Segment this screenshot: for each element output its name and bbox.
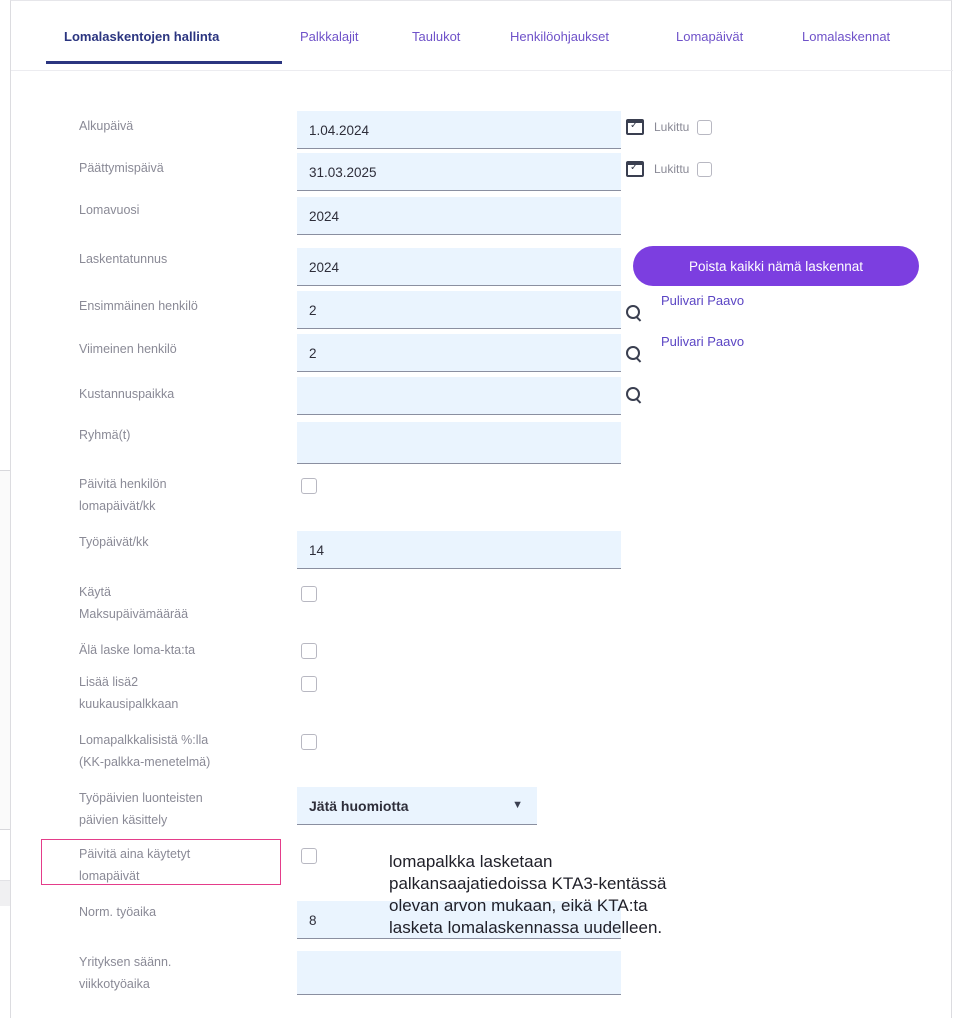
- search-icon[interactable]: [626, 346, 642, 362]
- lukittu-label: Lukittu: [654, 120, 690, 134]
- lomapalkkalisista-checkbox[interactable]: [301, 734, 317, 750]
- yrityksen-label-2: viikkotyöaika: [79, 977, 150, 991]
- calendar-icon[interactable]: [626, 161, 644, 177]
- ala-laske-checkbox[interactable]: [301, 643, 317, 659]
- chevron-down-icon: ▼: [512, 799, 523, 811]
- luonteisten-select-value: Jätä huomiotta: [309, 798, 409, 814]
- ensimmainen-henkilo-name-link[interactable]: Pulivari Paavo: [661, 293, 744, 308]
- yrityksen-label-1: Yrityksen säänn.: [79, 955, 172, 969]
- paattymispaiva-label: Päättymispäivä: [79, 161, 164, 175]
- calendar-icon[interactable]: [626, 119, 644, 135]
- ensimmainen-henkilo-label: Ensimmäinen henkilö: [79, 299, 198, 313]
- laskentatunnus-input[interactable]: 2024: [297, 248, 621, 286]
- alkupaiva-lock-checkbox[interactable]: [697, 119, 713, 135]
- luonteisten-label-2: päivien käsittely: [79, 813, 168, 827]
- ryhmat-input[interactable]: [297, 422, 621, 464]
- ala-laske-label: Älä laske loma-kta:ta: [79, 643, 196, 657]
- paattymispaiva-lock: Lukittu: [626, 161, 713, 177]
- note-line: lasketa lomalaskennassa uudelleen.: [389, 918, 663, 937]
- tab-lomalaskentojen-hallinta[interactable]: Lomalaskentojen hallinta: [64, 29, 219, 44]
- lomapalkkalisista-label-2: (KK-palkka-menetelmä): [79, 755, 211, 769]
- lisaa-lisa2-label-2: kuukausipalkkaan: [79, 697, 179, 711]
- tab-bar: Lomalaskentojen hallinta Palkkalajit Tau…: [11, 1, 953, 71]
- kayta-maksupaiva-checkbox[interactable]: [301, 586, 317, 602]
- alkupaiva-lock: Lukittu: [626, 119, 713, 135]
- lukittu-label: Lukittu: [654, 162, 690, 176]
- delete-all-calculations-button[interactable]: Poista kaikki nämä laskennat: [633, 246, 919, 286]
- note-line: olevan arvon mukaan, eikä KTA:ta: [389, 896, 648, 915]
- alkupaiva-label: Alkupäivä: [79, 119, 134, 133]
- kustannuspaikka-label: Kustannuspaikka: [79, 387, 175, 401]
- lisaa-lisa2-checkbox[interactable]: [301, 676, 317, 692]
- tyopaivat-input[interactable]: 14: [297, 531, 621, 569]
- note-line: lomapalkka lasketaan: [389, 852, 553, 871]
- paivita-kaytetyt-checkbox[interactable]: [301, 848, 317, 864]
- kayta-maksupaiva-label-1: Käytä: [79, 585, 111, 599]
- yrityksen-input[interactable]: [297, 951, 621, 995]
- paivita-lomapaivat-checkbox[interactable]: [301, 478, 317, 494]
- ryhmat-label: Ryhmä(t): [79, 428, 131, 442]
- explanation-note: lomapalkka lasketaan palkansaajatiedoiss…: [389, 851, 859, 939]
- paattymispaiva-input[interactable]: 31.03.2025: [297, 153, 621, 191]
- settings-panel: Lomalaskentojen hallinta Palkkalajit Tau…: [10, 0, 953, 1018]
- viimeinen-henkilo-name-link[interactable]: Pulivari Paavo: [661, 334, 744, 349]
- ensimmainen-henkilo-input[interactable]: 2: [297, 291, 621, 329]
- luonteisten-label-1: Työpäivien luonteisten: [79, 791, 203, 805]
- active-tab-indicator: [46, 61, 282, 64]
- paivita-lomapaivat-label-1: Päivitä henkilön: [79, 477, 167, 491]
- tab-taulukot[interactable]: Taulukot: [412, 29, 460, 44]
- search-icon[interactable]: [626, 387, 642, 403]
- tab-lomalaskennat[interactable]: Lomalaskennat: [802, 29, 890, 44]
- tyopaivat-label: Työpäivät/kk: [79, 535, 149, 549]
- paattymispaiva-lock-checkbox[interactable]: [697, 161, 713, 177]
- tab-henkiloohjaukset[interactable]: Henkilöohjaukset: [510, 29, 609, 44]
- lomavuosi-label: Lomavuosi: [79, 203, 140, 217]
- lomapalkkalisista-label-1: Lomapalkkalisistä %:lla: [79, 733, 209, 747]
- viimeinen-henkilo-label: Viimeinen henkilö: [79, 342, 177, 356]
- lisaa-lisa2-label-1: Lisää lisä2: [79, 675, 139, 689]
- norm-tyoaika-label: Norm. työaika: [79, 905, 157, 919]
- luonteisten-select[interactable]: Jätä huomiotta ▼: [297, 787, 537, 825]
- tab-lomapaivat[interactable]: Lomapäivät: [676, 29, 743, 44]
- viimeinen-henkilo-input[interactable]: 2: [297, 334, 621, 372]
- search-icon[interactable]: [626, 305, 642, 321]
- laskentatunnus-label: Laskentatunnus: [79, 252, 168, 266]
- lomavuosi-input[interactable]: 2024: [297, 197, 621, 235]
- paivita-lomapaivat-label-2: lomapäivät/kk: [79, 499, 156, 513]
- highlight-annotation-box: [41, 839, 281, 885]
- tab-palkkalajit[interactable]: Palkkalajit: [300, 29, 359, 44]
- alkupaiva-input[interactable]: 1.04.2024: [297, 111, 621, 149]
- kayta-maksupaiva-label-2: Maksupäivämäärää: [79, 607, 189, 621]
- kustannuspaikka-input[interactable]: [297, 377, 621, 415]
- note-line: palkansaajatiedoissa KTA3-kentässä: [389, 874, 667, 893]
